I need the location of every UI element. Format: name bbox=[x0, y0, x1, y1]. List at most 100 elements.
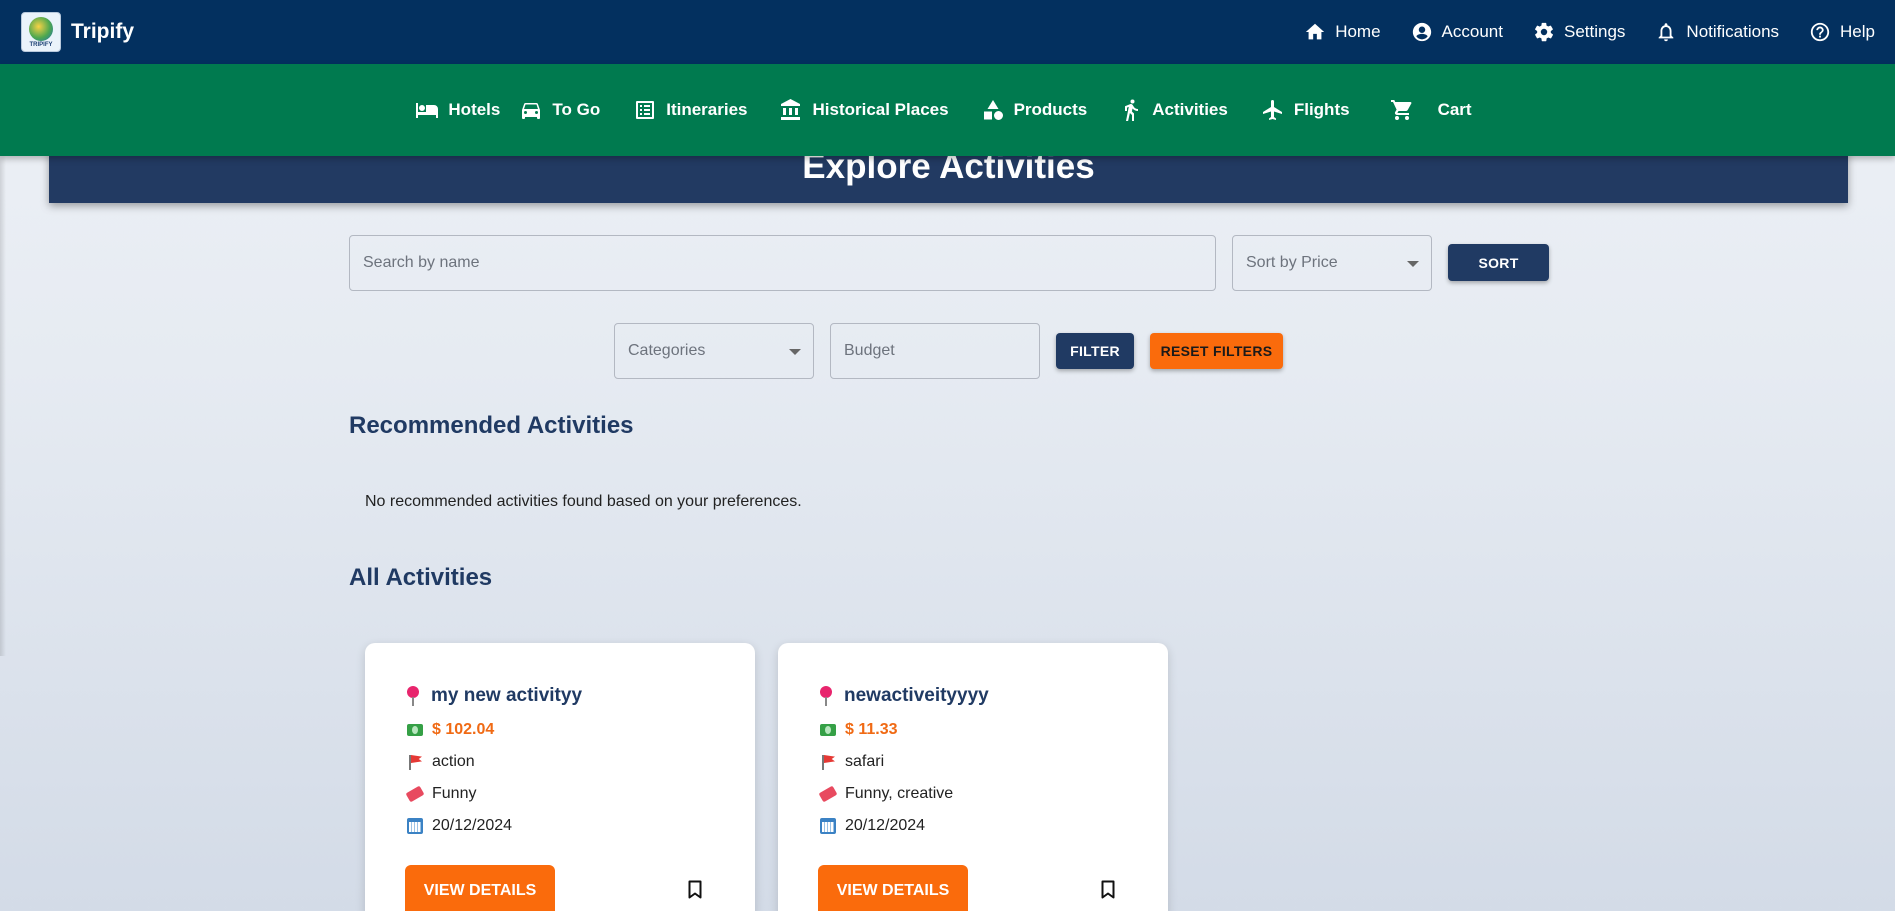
nav-itineraries-label: Itineraries bbox=[666, 100, 748, 119]
activity-tags-row: Funny, creative bbox=[818, 785, 954, 803]
categories-select[interactable]: Categories bbox=[614, 323, 814, 379]
nav-activities-label: Activities bbox=[1152, 100, 1228, 119]
recommended-empty-message: No recommended activities found based on… bbox=[365, 493, 802, 510]
gear-icon bbox=[1535, 22, 1553, 42]
bed-icon bbox=[416, 103, 439, 118]
car-icon bbox=[522, 103, 541, 119]
all-activities-title: All Activities bbox=[349, 564, 493, 591]
nav-home[interactable]: Home bbox=[1304, 21, 1381, 43]
app-name: Tripify bbox=[71, 20, 135, 43]
activity-price-row: $ 11.33 bbox=[820, 721, 898, 739]
nav-cart-label: Cart bbox=[1437, 100, 1472, 119]
nav-hotels[interactable]: Hotels bbox=[415, 98, 500, 122]
recommended-title: Recommended Activities bbox=[349, 412, 634, 439]
page-banner: Explore Activities bbox=[49, 147, 1848, 203]
nav-settings-label: Settings bbox=[1563, 22, 1626, 41]
search-input[interactable] bbox=[363, 254, 1215, 272]
activity-card: my new activityy $ 102.04 action Funny 2… bbox=[365, 643, 755, 911]
nav-products-label: Products bbox=[1013, 100, 1088, 119]
activity-price: $ 11.33 bbox=[845, 721, 898, 738]
list-icon bbox=[636, 101, 655, 119]
budget-input[interactable] bbox=[844, 342, 1039, 360]
nav-historical-places[interactable]: Historical Places bbox=[779, 98, 949, 122]
activity-card: newactiveityyyy $ 11.33 safari Funny, cr… bbox=[778, 643, 1168, 911]
nav-activities[interactable]: Activities bbox=[1119, 98, 1228, 122]
nav-togo[interactable]: To Go bbox=[519, 98, 600, 122]
side-shadow bbox=[0, 156, 6, 656]
bookmark-icon[interactable] bbox=[1101, 880, 1115, 899]
activity-category-row: safari bbox=[820, 753, 884, 771]
nav-help[interactable]: Help bbox=[1809, 21, 1875, 43]
bookmark-icon[interactable] bbox=[688, 880, 702, 899]
activity-date: 20/12/2024 bbox=[845, 817, 926, 834]
flag-icon bbox=[407, 754, 423, 770]
activity-title: newactiveityyyy bbox=[818, 685, 989, 707]
activity-date-row: 20/12/2024 bbox=[407, 817, 512, 835]
tag-icon bbox=[818, 785, 838, 803]
nav-account[interactable]: Account bbox=[1411, 21, 1503, 43]
category-nav: Hotels To Go Itineraries Historical Plac… bbox=[0, 64, 1895, 156]
money-icon bbox=[820, 724, 836, 736]
calendar-icon bbox=[820, 818, 836, 834]
activity-category-row: action bbox=[407, 753, 475, 771]
nav-notifications[interactable]: Notifications bbox=[1655, 21, 1779, 43]
activity-tags: Funny, creative bbox=[845, 785, 954, 802]
activity-category: action bbox=[432, 753, 475, 770]
activity-title: my new activityy bbox=[405, 685, 582, 707]
view-details-button[interactable]: VIEW DETAILS bbox=[818, 865, 968, 911]
pin-icon bbox=[405, 686, 421, 706]
nav-settings[interactable]: Settings bbox=[1533, 21, 1625, 43]
categories-select-label: Categories bbox=[628, 342, 706, 359]
activity-category: safari bbox=[845, 753, 885, 770]
plane-icon bbox=[1262, 100, 1282, 120]
activity-name: my new activityy bbox=[431, 685, 583, 706]
activity-price-row: $ 102.04 bbox=[407, 721, 494, 739]
activity-name: newactiveityyyy bbox=[844, 685, 989, 706]
nav-cart[interactable]: Cart bbox=[1390, 98, 1472, 122]
activity-price: $ 102.04 bbox=[432, 721, 495, 738]
nav-products[interactable]: Products bbox=[981, 98, 1088, 122]
search-field[interactable] bbox=[349, 235, 1216, 291]
shapes-icon bbox=[983, 100, 1003, 120]
activity-tags-row: Funny bbox=[405, 785, 477, 803]
category-nav-row: Hotels To Go Itineraries Historical Plac… bbox=[416, 98, 1472, 122]
home-icon bbox=[1306, 23, 1325, 40]
tag-icon bbox=[405, 785, 425, 803]
filter-button[interactable]: FILTER bbox=[1056, 333, 1134, 369]
chevron-down-icon bbox=[789, 349, 801, 355]
money-icon bbox=[407, 724, 423, 736]
flag-icon bbox=[820, 754, 836, 770]
nav-home-label: Home bbox=[1335, 22, 1381, 41]
nav-flights[interactable]: Flights bbox=[1261, 98, 1350, 122]
cart-icon bbox=[1390, 100, 1411, 120]
reset-filters-button[interactable]: RESET FILTERS bbox=[1150, 333, 1283, 369]
app-logo: TRIPIFY bbox=[21, 12, 61, 52]
globe-icon bbox=[29, 16, 53, 41]
nav-account-label: Account bbox=[1441, 22, 1503, 41]
walking-icon bbox=[1125, 99, 1139, 121]
sort-select-label: Sort by Price bbox=[1246, 254, 1338, 271]
brand[interactable]: TRIPIFY Tripify bbox=[21, 12, 134, 52]
top-app-bar: TRIPIFY Tripify Home Account Settings No… bbox=[0, 0, 1895, 64]
activity-date-row: 20/12/2024 bbox=[820, 817, 925, 835]
bell-icon bbox=[1659, 23, 1674, 42]
nav-historical-places-label: Historical Places bbox=[812, 100, 949, 119]
nav-notifications-label: Notifications bbox=[1686, 22, 1780, 41]
logo-text: TRIPIFY bbox=[29, 41, 53, 48]
activity-tags: Funny bbox=[432, 785, 477, 802]
nav-hotels-label: Hotels bbox=[448, 100, 501, 119]
nav-itineraries[interactable]: Itineraries bbox=[633, 98, 747, 122]
activity-date: 20/12/2024 bbox=[432, 817, 513, 834]
chevron-down-icon bbox=[1407, 261, 1419, 267]
top-nav: Home Account Settings Notifications Help bbox=[1304, 21, 1875, 43]
sort-button[interactable]: SORT bbox=[1448, 244, 1549, 281]
nav-help-label: Help bbox=[1840, 22, 1875, 41]
view-details-button[interactable]: VIEW DETAILS bbox=[405, 865, 555, 911]
account-icon bbox=[1412, 22, 1431, 42]
nav-togo-label: To Go bbox=[552, 100, 601, 119]
budget-field[interactable] bbox=[830, 323, 1040, 379]
sort-select[interactable]: Sort by Price bbox=[1232, 235, 1432, 291]
nav-flights-label: Flights bbox=[1293, 100, 1350, 119]
museum-icon bbox=[781, 99, 801, 120]
help-icon bbox=[1810, 22, 1830, 42]
